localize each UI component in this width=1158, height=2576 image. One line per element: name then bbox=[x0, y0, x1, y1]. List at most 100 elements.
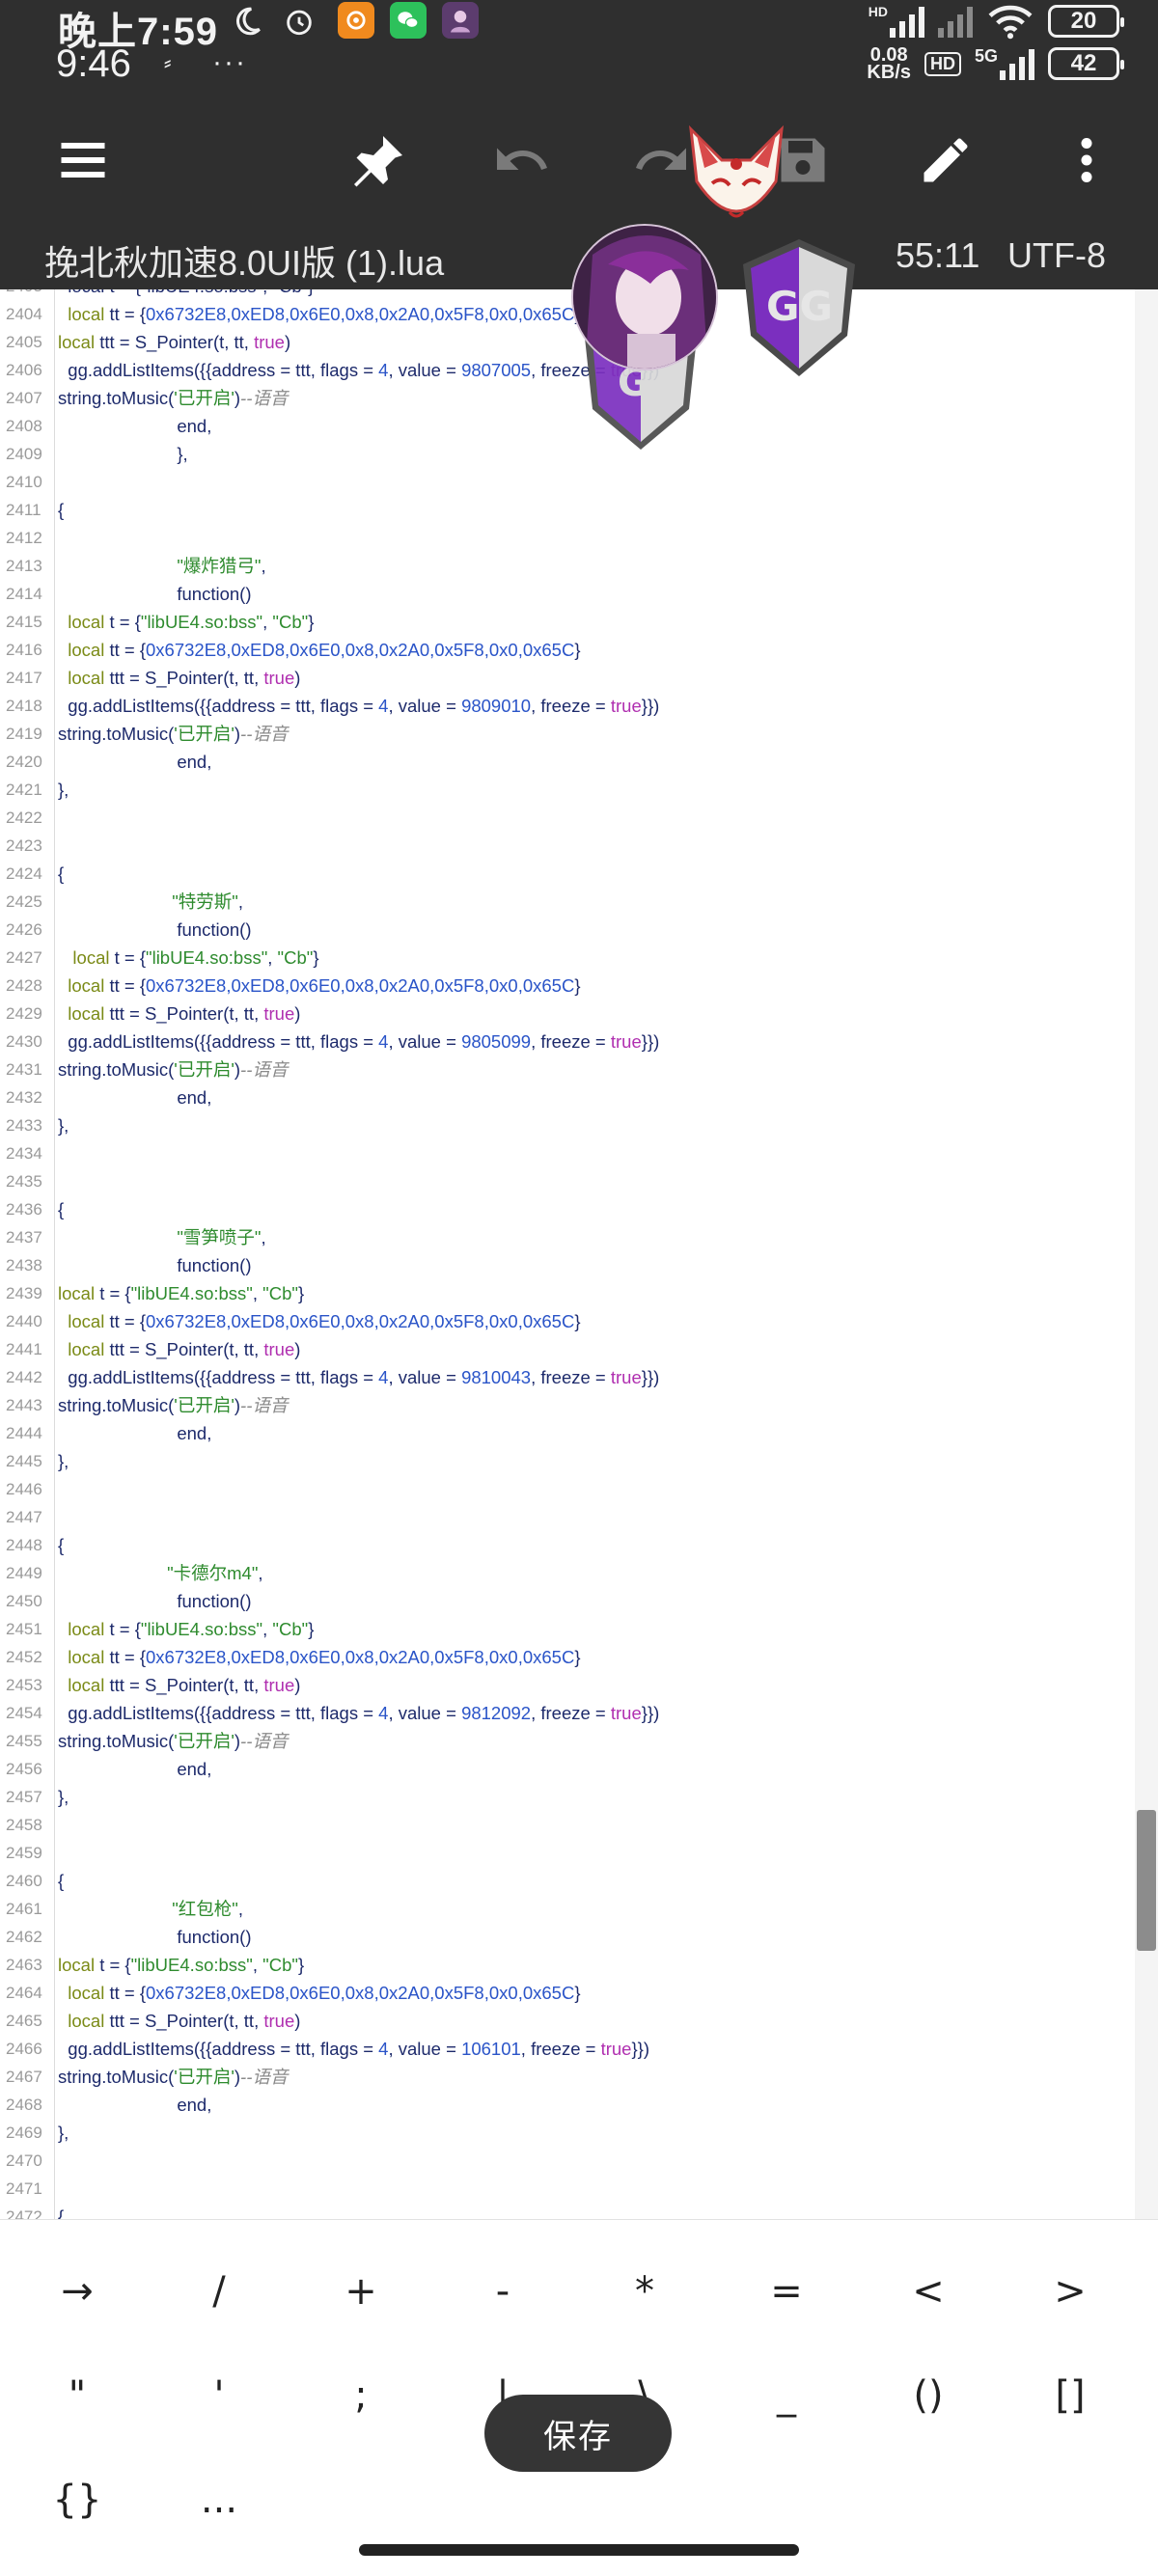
code-line[interactable]: 2469}, bbox=[0, 2119, 1135, 2147]
code-line[interactable]: 2448 { bbox=[0, 1531, 1135, 1559]
code-line[interactable]: 2447 bbox=[0, 1503, 1135, 1531]
code-line[interactable]: 2432 end, bbox=[0, 1083, 1135, 1111]
code-line[interactable]: 2417 local ttt = S_Pointer(t, tt, true) bbox=[0, 664, 1135, 692]
code-line[interactable]: 2406 gg.addListItems({{address = ttt, fl… bbox=[0, 356, 1135, 384]
code-line[interactable]: 2456 end, bbox=[0, 1755, 1135, 1783]
code-line[interactable]: 2405 local ttt = S_Pointer(t, tt, true) bbox=[0, 328, 1135, 356]
code-line[interactable]: 2452 local tt = {0x6732E8,0xED8,0x6E0,0x… bbox=[0, 1643, 1135, 1671]
symbol-key[interactable]: < bbox=[870, 2253, 986, 2330]
code-line[interactable]: 2455 string.toMusic('已开启')--语音 bbox=[0, 1727, 1135, 1755]
code-line[interactable]: 2412 bbox=[0, 524, 1135, 552]
code-line[interactable]: 2416 local tt = {0x6732E8,0xED8,0x6E0,0x… bbox=[0, 636, 1135, 664]
code-line[interactable]: 2444 end, bbox=[0, 1419, 1135, 1447]
symbol-key[interactable]: {} bbox=[19, 2461, 135, 2538]
code-line[interactable]: 2415 local t = {"libUE4.so:bss", "Cb"} bbox=[0, 608, 1135, 636]
symbol-key[interactable]: _ bbox=[729, 2357, 844, 2434]
code-line[interactable]: 2421}, bbox=[0, 776, 1135, 804]
code-line[interactable]: 2468 end, bbox=[0, 2091, 1135, 2119]
code-line[interactable]: 2424 { bbox=[0, 860, 1135, 888]
code-line[interactable]: 2460 { bbox=[0, 1867, 1135, 1895]
code-line[interactable]: 2472 { bbox=[0, 2203, 1135, 2219]
code-line[interactable]: 2462 function() bbox=[0, 1923, 1135, 1951]
code-line[interactable]: 2458 bbox=[0, 1811, 1135, 1839]
code-line[interactable]: 2418 gg.addListItems({{address = ttt, fl… bbox=[0, 692, 1135, 720]
code-line[interactable]: 2433}, bbox=[0, 1111, 1135, 1139]
code-line[interactable]: 2428 local tt = {0x6732E8,0xED8,0x6E0,0x… bbox=[0, 972, 1135, 1000]
symbol-key[interactable]: " bbox=[19, 2357, 135, 2434]
code-line[interactable]: 2435 bbox=[0, 1167, 1135, 1195]
code-line[interactable]: 2422 bbox=[0, 804, 1135, 832]
code-line[interactable]: 2420 end, bbox=[0, 748, 1135, 776]
code-line[interactable]: 2437 "雪笋喷子", bbox=[0, 1223, 1135, 1251]
editor-scrollbar-thumb[interactable] bbox=[1137, 1809, 1156, 1951]
edit-button[interactable] bbox=[911, 125, 980, 195]
symbol-key[interactable]: → bbox=[19, 2253, 135, 2330]
undo-button[interactable] bbox=[486, 125, 556, 195]
code-line[interactable]: 2463 local t = {"libUE4.so:bss", "Cb"} bbox=[0, 1951, 1135, 1979]
file-name[interactable]: 挽北秋加速8.0UI版 (1).lua bbox=[44, 235, 444, 286]
code-line[interactable]: 2439 local t = {"libUE4.so:bss", "Cb"} bbox=[0, 1279, 1135, 1307]
code-line[interactable]: 2425 "特劳斯", bbox=[0, 888, 1135, 916]
code-line[interactable]: 2431 string.toMusic('已开启')--语音 bbox=[0, 1055, 1135, 1083]
symbol-key[interactable]: > bbox=[1012, 2253, 1128, 2330]
code-line[interactable]: 2407 string.toMusic('已开启')--语音 bbox=[0, 384, 1135, 412]
code-line[interactable]: 2446 bbox=[0, 1475, 1135, 1503]
symbol-key[interactable]: () bbox=[870, 2357, 986, 2434]
code-line[interactable]: 2423 bbox=[0, 832, 1135, 860]
symbol-key[interactable]: [] bbox=[1012, 2357, 1128, 2434]
code-line[interactable]: 2465 local ttt = S_Pointer(t, tt, true) bbox=[0, 2007, 1135, 2035]
symbol-key[interactable]: ... bbox=[161, 2461, 277, 2538]
code-editor[interactable]: 2403 local t = {"libUE4.so:bss", "Cb"}24… bbox=[0, 289, 1135, 2219]
code-line[interactable]: 2443 string.toMusic('已开启')--语音 bbox=[0, 1391, 1135, 1419]
more-options-button[interactable] bbox=[1052, 125, 1121, 195]
code-line[interactable]: 2408 end, bbox=[0, 412, 1135, 440]
code-line[interactable]: 2457}, bbox=[0, 1783, 1135, 1811]
save-button[interactable]: 保存 bbox=[484, 2395, 672, 2472]
code-line[interactable]: 2454 gg.addListItems({{address = ttt, fl… bbox=[0, 1699, 1135, 1727]
code-line[interactable]: 2450 function() bbox=[0, 1587, 1135, 1615]
code-line[interactable]: 2429 local ttt = S_Pointer(t, tt, true) bbox=[0, 1000, 1135, 1028]
fox-mask-floating-icon[interactable] bbox=[683, 123, 789, 239]
code-line[interactable]: 2438 function() bbox=[0, 1251, 1135, 1279]
gg-floating-button[interactable]: GG bbox=[737, 235, 861, 380]
avatar-floating-bubble[interactable] bbox=[571, 224, 718, 370]
code-line[interactable]: 2470 bbox=[0, 2147, 1135, 2175]
code-line[interactable]: 2451 local t = {"libUE4.so:bss", "Cb"} bbox=[0, 1615, 1135, 1643]
code-line[interactable]: 2441 local ttt = S_Pointer(t, tt, true) bbox=[0, 1335, 1135, 1363]
symbol-key[interactable]: = bbox=[729, 2253, 844, 2330]
code-line[interactable]: 2464 local tt = {0x6732E8,0xED8,0x6E0,0x… bbox=[0, 1979, 1135, 2007]
code-line[interactable]: 2426 function() bbox=[0, 916, 1135, 944]
code-line[interactable]: 2410 bbox=[0, 468, 1135, 496]
code-line[interactable]: 2445}, bbox=[0, 1447, 1135, 1475]
pin-button[interactable] bbox=[344, 125, 413, 195]
code-line[interactable]: 2467 string.toMusic('已开启')--语音 bbox=[0, 2063, 1135, 2091]
file-encoding[interactable]: UTF-8 bbox=[1007, 235, 1106, 276]
code-line[interactable]: 2419 string.toMusic('已开启')--语音 bbox=[0, 720, 1135, 748]
code-line[interactable]: 2434 bbox=[0, 1139, 1135, 1167]
symbol-key[interactable]: + bbox=[303, 2253, 419, 2330]
symbol-key[interactable]: * bbox=[587, 2253, 703, 2330]
code-line[interactable]: 2453 local ttt = S_Pointer(t, tt, true) bbox=[0, 1671, 1135, 1699]
symbol-key[interactable]: - bbox=[445, 2253, 561, 2330]
symbol-key[interactable]: ' bbox=[161, 2357, 277, 2434]
code-line[interactable]: 2471 bbox=[0, 2175, 1135, 2203]
symbol-key[interactable]: ; bbox=[303, 2357, 419, 2434]
menu-button[interactable] bbox=[48, 125, 118, 195]
symbol-key[interactable]: / bbox=[161, 2253, 277, 2330]
code-line[interactable]: 2403 local t = {"libUE4.so:bss", "Cb"} bbox=[0, 289, 1135, 300]
code-line[interactable]: 2461 "红包枪", bbox=[0, 1895, 1135, 1923]
code-line[interactable]: 2430 gg.addListItems({{address = ttt, fl… bbox=[0, 1028, 1135, 1055]
code-line[interactable]: 2404 local tt = {0x6732E8,0xED8,0x6E0,0x… bbox=[0, 300, 1135, 328]
code-line[interactable]: 2409 }, bbox=[0, 440, 1135, 468]
code-line[interactable]: 2459 bbox=[0, 1839, 1135, 1867]
code-line[interactable]: 2440 local tt = {0x6732E8,0xED8,0x6E0,0x… bbox=[0, 1307, 1135, 1335]
code-line[interactable]: 2413 "爆炸猎弓", bbox=[0, 552, 1135, 580]
code-line[interactable]: 2414 function() bbox=[0, 580, 1135, 608]
code-line[interactable]: 2442 gg.addListItems({{address = ttt, fl… bbox=[0, 1363, 1135, 1391]
code-line[interactable]: 2449 "卡德尔m4", bbox=[0, 1559, 1135, 1587]
code-line[interactable]: 2427 local t = {"libUE4.so:bss", "Cb"} bbox=[0, 944, 1135, 972]
home-indicator[interactable] bbox=[359, 2544, 799, 2556]
code-line[interactable]: 2466 gg.addListItems({{address = ttt, fl… bbox=[0, 2035, 1135, 2063]
code-line[interactable]: 2411 { bbox=[0, 496, 1135, 524]
code-line[interactable]: 2436 { bbox=[0, 1195, 1135, 1223]
